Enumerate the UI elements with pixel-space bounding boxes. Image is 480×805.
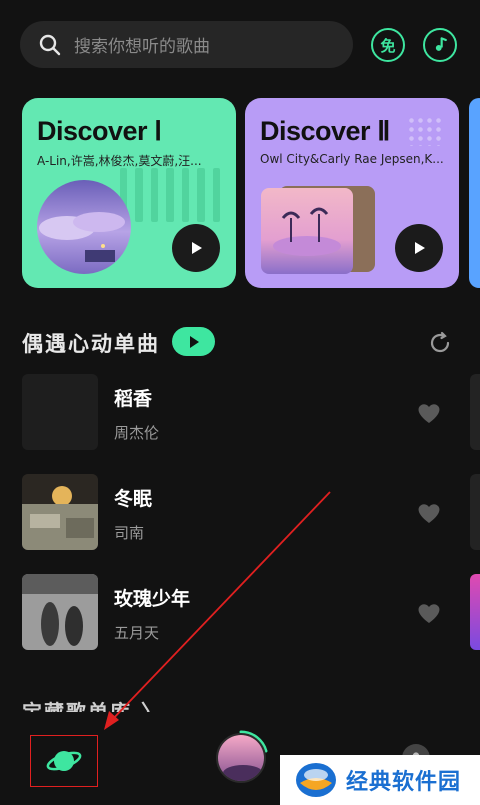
watermark: 经典软件园	[280, 755, 480, 805]
heart-icon[interactable]	[416, 401, 442, 425]
song-artist: 司南	[114, 524, 145, 542]
free-mode-button[interactable]: 免	[371, 28, 405, 62]
play-icon	[192, 242, 202, 254]
watermark-text: 经典软件园	[346, 770, 462, 795]
song-row[interactable]: 玫瑰少年 五月天	[22, 574, 480, 650]
section-title-2[interactable]: 宝藏歌单库 〉	[22, 696, 163, 712]
discover-card-3-peek[interactable]	[469, 98, 480, 288]
search-placeholder: 搜索你想听的歌曲	[74, 37, 210, 57]
card-title: Discover Ⅰ	[37, 116, 162, 146]
song-artist: 周杰伦	[114, 424, 160, 442]
decorative-dots	[407, 116, 441, 146]
song-row[interactable]: 稻香 周杰伦	[22, 374, 480, 450]
card-cover-image	[37, 180, 131, 274]
heart-icon[interactable]	[416, 501, 442, 525]
refresh-icon[interactable]	[428, 331, 452, 355]
card-cover-image	[261, 188, 353, 274]
planet-icon	[46, 751, 82, 771]
next-page-edge	[470, 474, 480, 550]
discover-card-2[interactable]: Discover Ⅱ Owl City&Carly Rae Jepsen,K..…	[245, 98, 459, 288]
card-artists: A-Lin,许嵩,林俊杰,莫文蔚,汪...	[37, 154, 202, 168]
free-label: 免	[380, 36, 396, 55]
song-cover	[22, 374, 98, 450]
section-play-button[interactable]	[172, 327, 215, 356]
song-cover	[22, 574, 98, 650]
play-icon	[189, 335, 199, 348]
card-title: Discover Ⅱ	[260, 116, 390, 146]
next-page-edge	[470, 574, 480, 650]
search-icon	[39, 34, 61, 55]
decorative-stripes	[120, 168, 220, 222]
card-play-button[interactable]	[172, 224, 220, 272]
song-title: 冬眠	[114, 488, 153, 510]
music-note-icon	[435, 37, 447, 51]
song-cover	[22, 474, 98, 550]
nav-discover-button[interactable]	[30, 735, 98, 787]
song-artist: 五月天	[114, 624, 160, 642]
song-title: 稻香	[114, 388, 153, 410]
search-bar[interactable]: 搜索你想听的歌曲	[20, 21, 353, 68]
next-page-edge	[470, 374, 480, 450]
card-play-button[interactable]	[395, 224, 443, 272]
song-row[interactable]: 冬眠 司南	[22, 474, 480, 550]
heart-icon[interactable]	[416, 601, 442, 625]
play-icon	[415, 242, 425, 254]
music-note-button[interactable]	[423, 28, 457, 62]
watermark-logo	[296, 763, 336, 797]
now-playing-cover[interactable]	[216, 733, 266, 783]
card-artists: Owl City&Carly Rae Jepsen,K...	[260, 152, 444, 166]
section-title: 偶遇心动单曲	[22, 332, 160, 356]
song-title: 玫瑰少年	[114, 588, 191, 610]
discover-card-1[interactable]: Discover Ⅰ A-Lin,许嵩,林俊杰,莫文蔚,汪...	[22, 98, 236, 288]
